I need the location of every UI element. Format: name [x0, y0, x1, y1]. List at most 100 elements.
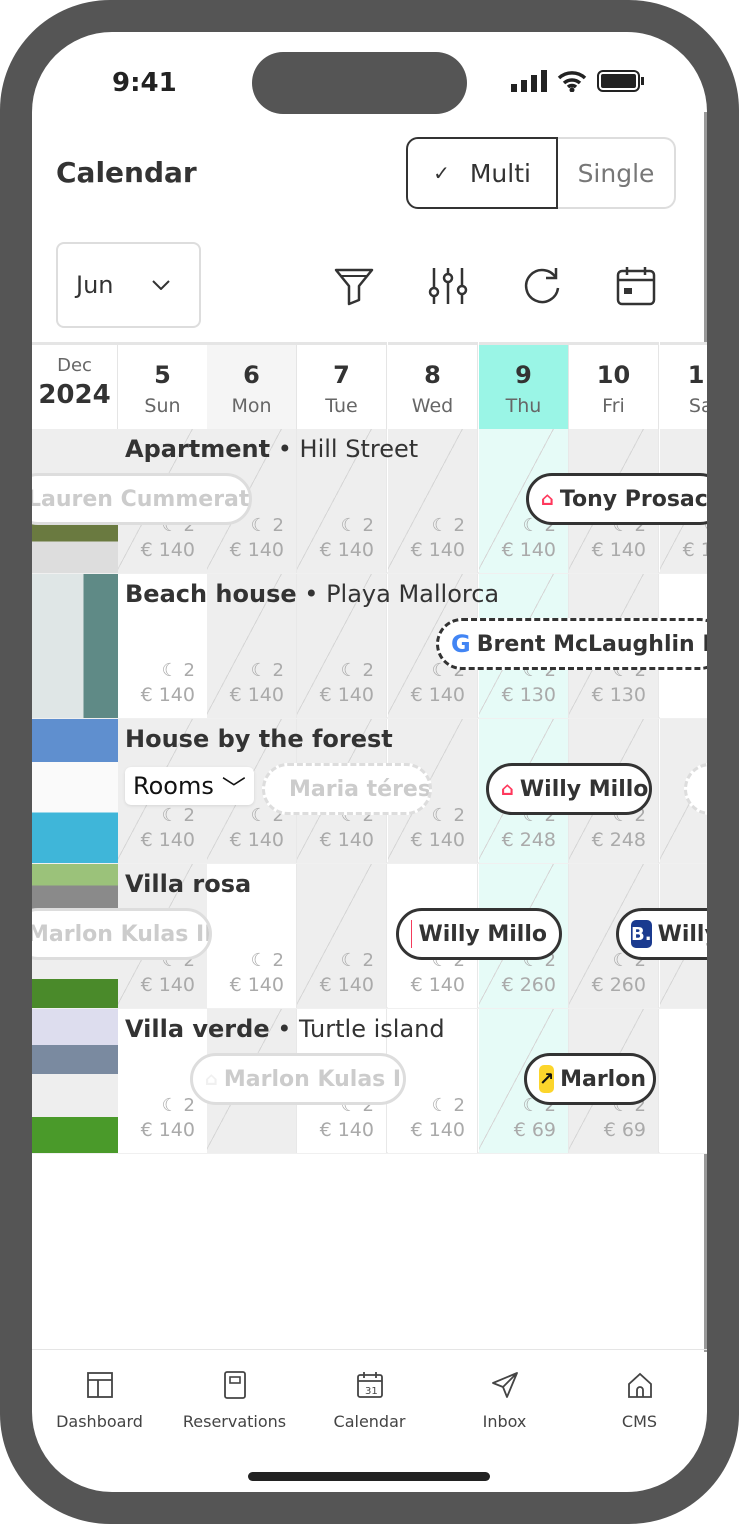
day-name: Thu: [505, 395, 542, 417]
price: € 248: [591, 829, 646, 851]
moon-icon: ☾: [340, 950, 357, 971]
screen: 9:41 Calendar ✓ Multi Single Jun Dec 2024…: [32, 32, 707, 1492]
property-thumbnail[interactable]: [32, 574, 118, 718]
guest-name: Willy Millo: [657, 921, 707, 947]
home-indicator: [248, 1472, 490, 1481]
view-single-button[interactable]: Single: [558, 137, 676, 209]
property-row: ☾ 2 € 140 ☾ 2 € 140 ☾ 2 € 140 ☾ 2 € 140 ☾ 2 € 260…: [32, 864, 707, 1009]
month-select[interactable]: Jun: [56, 242, 201, 328]
nights: ☾ 2: [161, 660, 195, 681]
moon-icon: ☾: [250, 950, 267, 971]
status-icons: [511, 70, 645, 92]
day-number: 8: [424, 361, 441, 389]
price: € 140: [140, 684, 195, 706]
day-cell[interactable]: €: [660, 1009, 707, 1153]
price: € 140: [229, 684, 284, 706]
moon-icon: ☾: [250, 805, 267, 826]
check-icon: ✓: [433, 161, 450, 185]
view-multi-button[interactable]: ✓ Multi: [406, 137, 558, 209]
price: € 260: [501, 974, 556, 996]
price: € 69: [513, 1119, 556, 1141]
property-name[interactable]: Beach house • Playa Mallorca: [125, 580, 499, 608]
day-number: 10: [596, 361, 631, 389]
nights: ☾ 2: [250, 660, 284, 681]
day-header-sat[interactable]: 11 Sat: [660, 342, 707, 429]
price: € 140: [319, 829, 374, 851]
nights: ☾ 2: [161, 805, 195, 826]
day-header-fri[interactable]: 10 Fri: [569, 342, 659, 429]
moon-icon: ☾: [431, 805, 448, 826]
booking-pill[interactable]: Willy Millo: [396, 908, 562, 960]
nav-inbox[interactable]: Inbox: [437, 1350, 572, 1492]
day-name: Tue: [325, 395, 358, 417]
price: € 140: [319, 539, 374, 561]
booking-pill[interactable]: Marlon Kulas II: [32, 908, 212, 960]
svg-text:31: 31: [365, 1386, 378, 1397]
day-number: 5: [154, 361, 171, 389]
day-number: 11: [687, 361, 707, 389]
expedia-icon: ↗: [539, 1065, 555, 1093]
nav-cms[interactable]: CMS: [572, 1350, 707, 1492]
nav-dashboard[interactable]: Dashboard: [32, 1350, 167, 1492]
price: € 140: [140, 1119, 195, 1141]
airbnb-icon: ⌂: [541, 488, 554, 510]
day-header-mon[interactable]: 6 Mon: [207, 342, 297, 429]
booking-pill[interactable]: ⌂Tony Prosacco: [526, 473, 707, 525]
nights: ☾ 2: [431, 1095, 465, 1116]
day-name: Sat: [688, 395, 707, 417]
price: € 248: [501, 829, 556, 851]
price: € 140: [319, 974, 374, 996]
day-name: Wed: [411, 395, 454, 417]
booking-pill[interactable]: GBrent McLaughlin DDS: [436, 618, 707, 670]
sliders-icon[interactable]: [426, 264, 470, 308]
property-name[interactable]: Apartment • Hill Street: [125, 435, 418, 463]
price: € 140: [229, 539, 284, 561]
property-row: ☾ 2 € 140 ☾ 2 € 140 ☾ 2 € 140 ☾ 2 € 140 ☾ 2 € 140…: [32, 429, 707, 574]
price: € 69: [603, 1119, 646, 1141]
filter-icon[interactable]: [332, 264, 376, 308]
moon-icon: ☾: [161, 805, 178, 826]
day-header-wed[interactable]: 8 Wed: [388, 342, 478, 429]
year-corner: Dec 2024: [32, 342, 118, 429]
moon-icon: ☾: [340, 515, 357, 536]
clock: 9:41: [112, 68, 177, 98]
calendar-icon[interactable]: [614, 264, 658, 308]
day-name: Mon: [231, 395, 272, 417]
booking-pill[interactable]: ↗ Marlon: [524, 1053, 656, 1105]
moon-icon: ☾: [431, 1095, 448, 1116]
chevron-down-icon: [151, 280, 170, 290]
price: € 130: [501, 684, 556, 706]
moon-icon: ☾: [250, 660, 267, 681]
day-header-tue[interactable]: 7 Tue: [297, 342, 387, 429]
property-name[interactable]: Villa verde • Turtle island: [125, 1015, 445, 1043]
price: € 140: [591, 539, 646, 561]
day-number: 7: [333, 361, 350, 389]
booking-pill[interactable]: Lauren Cummerata: [32, 473, 252, 525]
rooms-dropdown[interactable]: Rooms ﹀: [125, 767, 254, 805]
price: € 140: [682, 539, 707, 561]
price: € 140: [319, 684, 374, 706]
nav-calendar[interactable]: 31 Calendar: [302, 1350, 437, 1492]
booking-pill[interactable]: ⌂ Willy Millo: [486, 763, 652, 815]
property-name[interactable]: House by the forest: [125, 725, 393, 753]
booking-pill[interactable]: ⌂ Marlon Kulas II: [190, 1053, 406, 1105]
chevron-down-icon: ﹀: [221, 774, 246, 803]
day-cell[interactable]: ☾ 2 € 140: [297, 864, 387, 1008]
day-header-sun[interactable]: 5 Sun: [118, 342, 208, 429]
nav-reservations[interactable]: Reservations: [167, 1350, 302, 1492]
google-icon: G: [451, 630, 471, 658]
guest-name: Marlon: [560, 1066, 646, 1092]
day-header-thu[interactable]: 9 Thu: [479, 342, 569, 429]
day-number: 6: [243, 361, 260, 389]
nights: ☾ 2: [161, 1095, 195, 1116]
booking-pill[interactable]: Maria téresa: [262, 763, 432, 815]
refresh-icon[interactable]: [520, 264, 564, 308]
property-row: ☾ 2 € 140 ☾ 2 € 140 ☾ 2 € 140 ☾ 2 € 140 ☾ 2 € 248…: [32, 719, 707, 864]
wifi-icon: [557, 71, 587, 92]
day-name: Sun: [144, 395, 181, 417]
price: € 140: [140, 539, 195, 561]
property-name[interactable]: Villa rosa: [125, 870, 251, 898]
booking-pill[interactable]: B.Willy Millo: [616, 908, 707, 960]
property-thumbnail[interactable]: [32, 719, 118, 863]
property-thumbnail[interactable]: [32, 1009, 118, 1153]
